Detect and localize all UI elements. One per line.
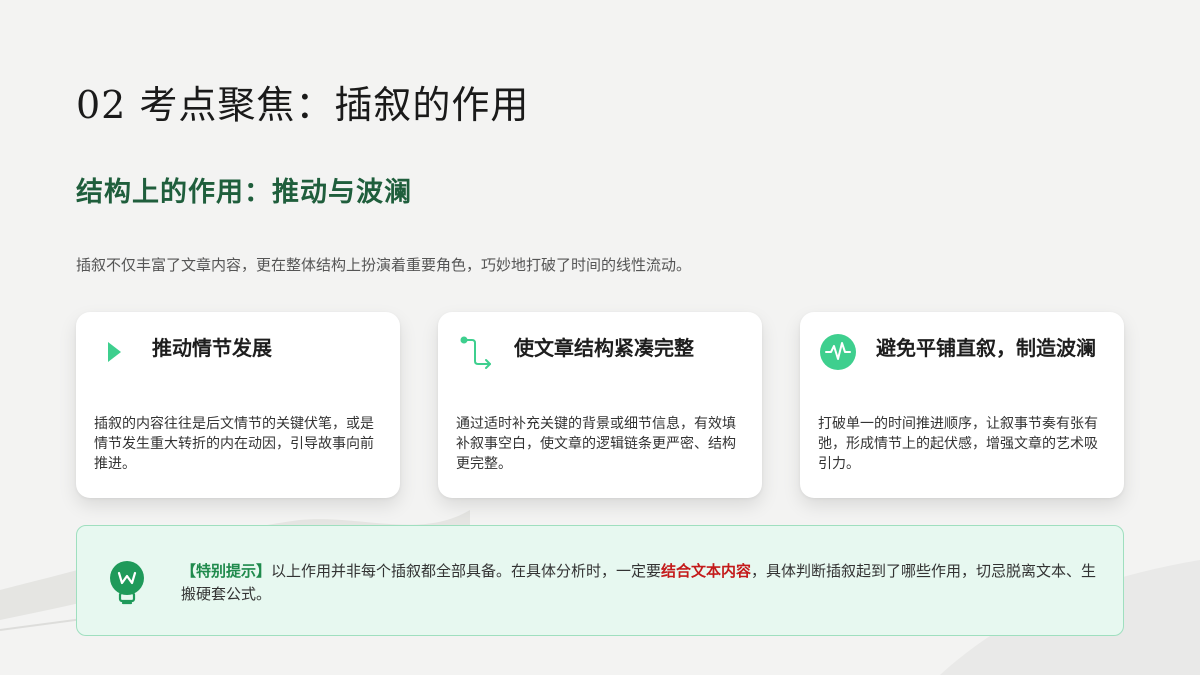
card-body: 通过适时补充关键的背景或细节信息，有效填补叙事空白，使文章的逻辑链条更严密、结构…: [456, 416, 736, 472]
route-arrow-icon: [460, 336, 491, 369]
card-body: 打破单一的时间推进顺序，让叙事节奏有张有弛，形成情节上的起伏感，增强文章的艺术吸…: [818, 416, 1098, 472]
play-triangle-icon: [108, 342, 121, 362]
card-structure-complete: 使文章结构紧凑完整 通过适时补充关键的背景或细节信息，有效填补叙事空白，使文章的…: [438, 312, 762, 498]
pulse-wave-icon: [820, 334, 856, 370]
card-advance-plot: 推动情节发展 插叙的内容往往是后文情节的关键伏笔，或是情节发生重大转折的内在动因…: [76, 312, 400, 498]
tip-text: 【特别提示】以上作用并非每个插叙都全部具备。在具体分析时，一定要结合文本内容，具…: [181, 560, 1097, 606]
card-title: 避免平铺直叙，制造波澜: [876, 336, 1096, 360]
card-title: 推动情节发展: [152, 336, 272, 360]
tip-text-part-1: 以上作用并非每个插叙都全部具备。在具体分析时，一定要: [271, 562, 662, 580]
tip-emphasis: 结合文本内容: [661, 562, 752, 580]
lightbulb-icon: [110, 561, 144, 605]
card-title: 使文章结构紧凑完整: [514, 336, 694, 360]
section-subtitle: 结构上的作用：推动与波澜: [76, 177, 412, 208]
special-tip-box: 【特别提示】以上作用并非每个插叙都全部具备。在具体分析时，一定要结合文本内容，具…: [76, 525, 1124, 636]
intro-text: 插叙不仅丰富了文章内容，更在整体结构上扮演着重要角色，巧妙地打破了时间的线性流动…: [76, 256, 692, 274]
card-body: 插叙的内容往往是后文情节的关键伏笔，或是情节发生重大转折的内在动因，引导故事向前…: [94, 416, 374, 472]
card-create-waves: 避免平铺直叙，制造波澜 打破单一的时间推进顺序，让叙事节奏有张有弛，形成情节上的…: [800, 312, 1124, 498]
tip-label: 【特别提示】: [181, 562, 272, 580]
page-title: 02 考点聚焦：插叙的作用: [76, 83, 530, 127]
